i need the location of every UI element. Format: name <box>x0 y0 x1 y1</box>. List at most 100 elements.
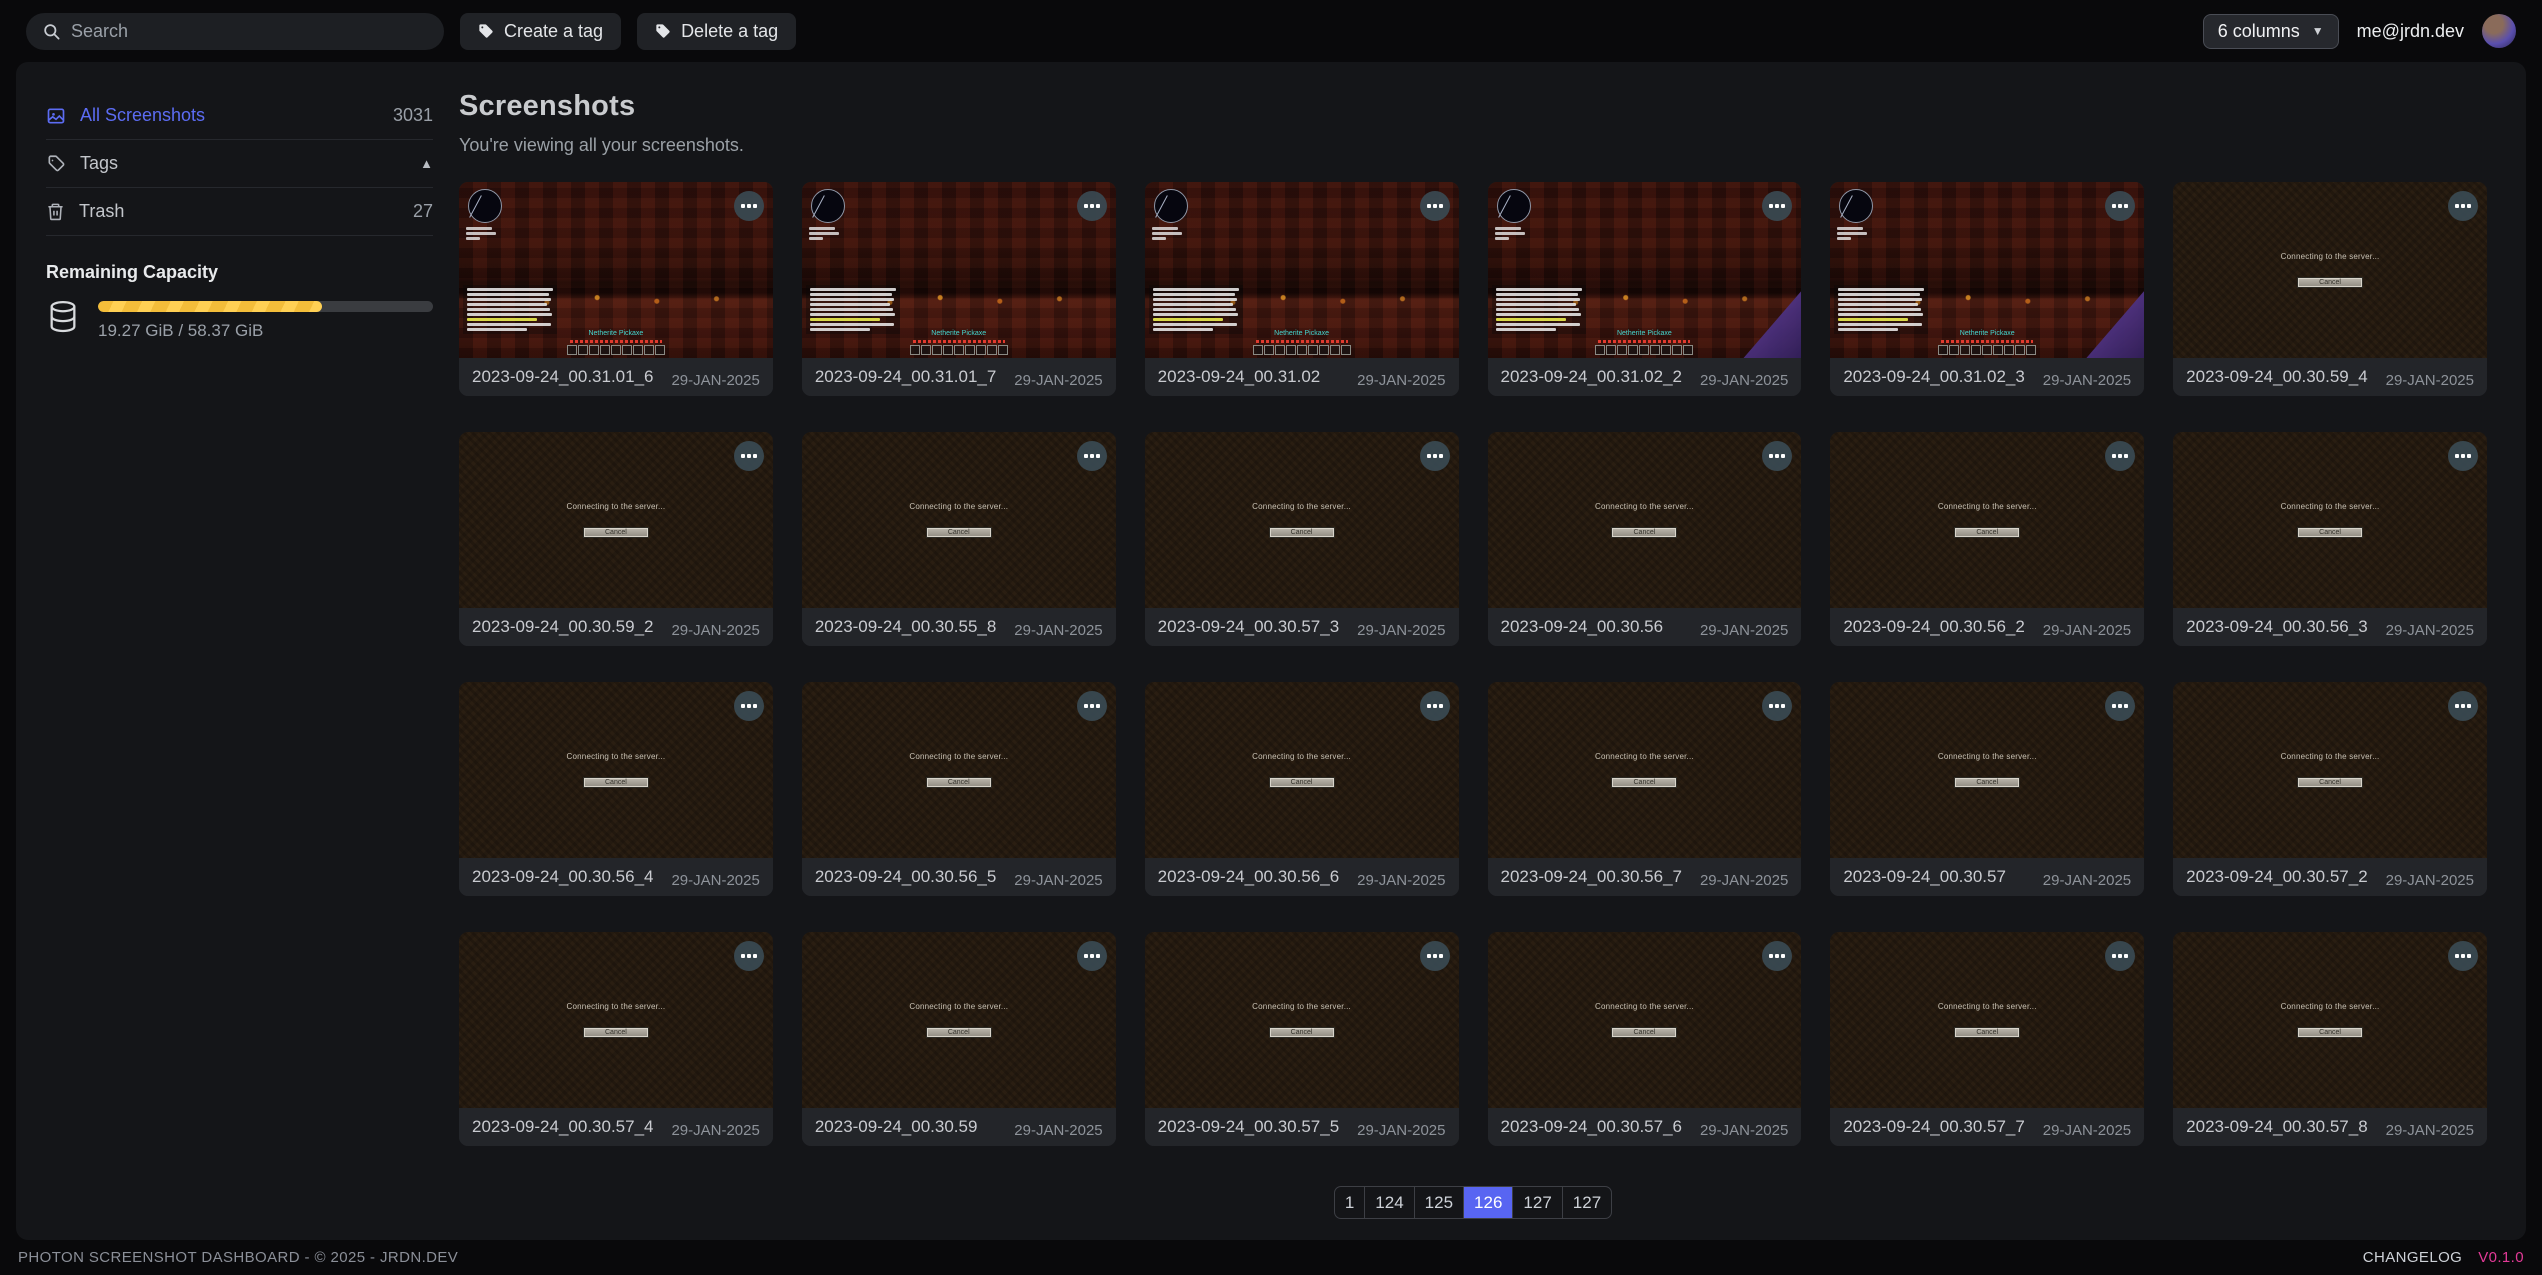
cancel-button: Cancel <box>1611 1027 1677 1038</box>
hotbar-slot <box>1639 345 1649 355</box>
screenshot-card[interactable]: Connecting to the server...Cancel2023-09… <box>2173 182 2487 396</box>
screenshot-card[interactable]: Connecting to the server...Cancel2023-09… <box>2173 932 2487 1146</box>
search-box[interactable] <box>26 13 444 50</box>
screenshot-card[interactable]: Netherite Pickaxe2023-09-24_00.31.02_229… <box>1488 182 1802 396</box>
card-menu-button[interactable] <box>2448 941 2478 971</box>
screenshot-card[interactable]: Connecting to the server...Cancel2023-09… <box>459 932 773 1146</box>
card-menu-button[interactable] <box>2105 441 2135 471</box>
screenshot-card[interactable]: Connecting to the server...Cancel2023-09… <box>802 932 1116 1146</box>
hotbar-slot <box>1606 345 1616 355</box>
card-menu-button[interactable] <box>734 191 764 221</box>
caret-up-icon[interactable]: ▲ <box>420 156 433 171</box>
card-menu-button[interactable] <box>734 691 764 721</box>
coord-line <box>1495 227 1521 230</box>
cancel-button: Cancel <box>583 777 649 788</box>
screenshot-card[interactable]: Connecting to the server...Cancel2023-09… <box>1145 682 1459 896</box>
card-footer: 2023-09-24_00.30.57_529-JAN-2025 <box>1145 1108 1459 1146</box>
page-button[interactable]: 125 <box>1415 1187 1464 1218</box>
screenshot-thumbnail: Connecting to the server...Cancel <box>802 432 1116 608</box>
chat-line <box>467 288 553 291</box>
screenshot-card[interactable]: Connecting to the server...Cancel2023-09… <box>2173 432 2487 646</box>
card-menu-button[interactable] <box>2105 191 2135 221</box>
columns-select[interactable]: 6 columns ▼ <box>2203 14 2339 49</box>
screenshot-thumbnail: Connecting to the server...Cancel <box>1488 432 1802 608</box>
card-menu-button[interactable] <box>1420 691 1450 721</box>
chat-line <box>1153 303 1233 306</box>
card-menu-button[interactable] <box>1762 191 1792 221</box>
card-footer: 2023-09-24_00.30.57_329-JAN-2025 <box>1145 608 1459 646</box>
menu-dot <box>1084 954 1088 958</box>
screenshot-card[interactable]: Netherite Pickaxe2023-09-24_00.31.01_729… <box>802 182 1116 396</box>
held-item-label: Netherite Pickaxe <box>931 330 986 338</box>
menu-dot <box>2118 954 2122 958</box>
sidebar-item-tags[interactable]: Tags ▲ <box>46 140 433 188</box>
screenshot-card[interactable]: Connecting to the server...Cancel2023-09… <box>1488 682 1802 896</box>
screenshot-card[interactable]: Netherite Pickaxe2023-09-24_00.31.01_629… <box>459 182 773 396</box>
screenshot-card[interactable]: Connecting to the server...Cancel2023-09… <box>2173 682 2487 896</box>
menu-dot <box>1433 954 1437 958</box>
card-menu-button[interactable] <box>1077 941 1107 971</box>
card-menu-button[interactable] <box>2105 941 2135 971</box>
screenshot-date: 29-JAN-2025 <box>1692 372 1788 396</box>
card-menu-button[interactable] <box>2448 441 2478 471</box>
card-footer: 2023-09-24_00.30.57_829-JAN-2025 <box>2173 1108 2487 1146</box>
sidebar-item-all-screenshots[interactable]: All Screenshots 3031 <box>46 92 433 140</box>
screenshot-card[interactable]: Netherite Pickaxe2023-09-24_00.31.0229-J… <box>1145 182 1459 396</box>
card-menu-button[interactable] <box>1077 691 1107 721</box>
page-button[interactable]: 1 <box>1335 1187 1365 1218</box>
sidebar-item-count: 3031 <box>393 105 433 126</box>
page-button[interactable]: 127 <box>1513 1187 1562 1218</box>
page-button[interactable]: 126 <box>1464 1187 1513 1218</box>
sidebar: All Screenshots 3031 Tags ▲ Trash 27 Rem… <box>16 62 459 1240</box>
card-menu-button[interactable] <box>1420 941 1450 971</box>
hotbar-slot <box>1297 345 1307 355</box>
card-menu-button[interactable] <box>2448 191 2478 221</box>
screenshot-date: 29-JAN-2025 <box>2035 622 2131 646</box>
connecting-text: Connecting to the server... <box>909 1002 1008 1011</box>
screenshot-card[interactable]: Connecting to the server...Cancel2023-09… <box>1488 932 1802 1146</box>
screenshot-card[interactable]: Connecting to the server...Cancel2023-09… <box>1830 432 2144 646</box>
screenshot-filename: 2023-09-24_00.30.57_3 <box>1158 617 1340 637</box>
search-input[interactable] <box>71 21 428 42</box>
page-button[interactable]: 127 <box>1563 1187 1611 1218</box>
sidebar-item-trash[interactable]: Trash 27 <box>46 188 433 236</box>
delete-tag-button[interactable]: Delete a tag <box>637 13 796 50</box>
screenshot-card[interactable]: Connecting to the server...Cancel2023-09… <box>802 682 1116 896</box>
card-menu-button[interactable] <box>2448 691 2478 721</box>
cancel-button: Cancel <box>1954 777 2020 788</box>
screenshot-card[interactable]: Connecting to the server...Cancel2023-09… <box>1830 932 2144 1146</box>
coord-line <box>466 237 480 240</box>
screenshot-card[interactable]: Connecting to the server...Cancel2023-09… <box>1488 432 1802 646</box>
screenshot-thumbnail: Connecting to the server...Cancel <box>459 682 773 858</box>
screenshot-filename: 2023-09-24_00.30.57_5 <box>1158 1117 1340 1137</box>
hotbar-slot <box>1330 345 1340 355</box>
hotbar-slot <box>1960 345 1970 355</box>
create-tag-button[interactable]: Create a tag <box>460 13 621 50</box>
menu-dot <box>2461 454 2465 458</box>
card-menu-button[interactable] <box>1420 441 1450 471</box>
changelog-link[interactable]: CHANGELOG <box>2363 1249 2462 1266</box>
card-menu-button[interactable] <box>734 441 764 471</box>
hotbar-slot <box>633 345 643 355</box>
card-menu-button[interactable] <box>1077 441 1107 471</box>
screenshot-card[interactable]: Connecting to the server...Cancel2023-09… <box>1145 932 1459 1146</box>
page-button[interactable]: 124 <box>1365 1187 1414 1218</box>
user-avatar[interactable] <box>2482 14 2516 48</box>
card-menu-button[interactable] <box>1077 191 1107 221</box>
screenshot-card[interactable]: Netherite Pickaxe2023-09-24_00.31.02_329… <box>1830 182 2144 396</box>
screenshot-thumbnail: Netherite Pickaxe <box>1830 182 2144 358</box>
screenshot-card[interactable]: Connecting to the server...Cancel2023-09… <box>459 682 773 896</box>
menu-dot <box>1427 954 1431 958</box>
connecting-screen: Connecting to the server...Cancel <box>1145 432 1459 608</box>
chat-line <box>467 313 552 316</box>
card-menu-button[interactable] <box>734 941 764 971</box>
coord-line <box>1152 227 1178 230</box>
card-menu-button[interactable] <box>1420 191 1450 221</box>
screenshot-card[interactable]: Connecting to the server...Cancel2023-09… <box>1830 682 2144 896</box>
screenshot-date: 29-JAN-2025 <box>1006 872 1102 896</box>
screenshot-card[interactable]: Connecting to the server...Cancel2023-09… <box>802 432 1116 646</box>
screenshot-filename: 2023-09-24_00.31.02_2 <box>1501 367 1683 387</box>
card-menu-button[interactable] <box>2105 691 2135 721</box>
screenshot-card[interactable]: Connecting to the server...Cancel2023-09… <box>1145 432 1459 646</box>
screenshot-card[interactable]: Connecting to the server...Cancel2023-09… <box>459 432 773 646</box>
